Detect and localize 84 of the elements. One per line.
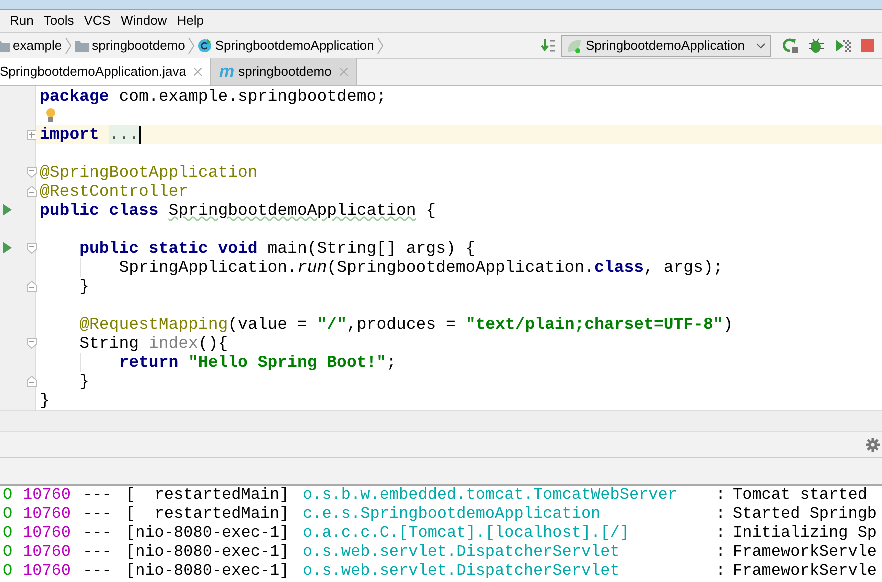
code-line: } (78, 277, 90, 296)
menu-item[interactable]: Tools (38, 11, 80, 31)
leaf-icon (566, 38, 582, 54)
breadcrumb-item[interactable]: SpringbootdemoApplication (215, 36, 374, 56)
code-line: @SpringBootApplication (40, 163, 258, 182)
run-icon[interactable] (3, 204, 12, 216)
fold-icon[interactable] (27, 376, 37, 387)
fold-icon[interactable] (27, 338, 37, 349)
log-logger: o.s.web.servlet.DispatcherServlet (303, 562, 620, 580)
editor-tab[interactable]: m springbootdemo (211, 58, 357, 85)
log-colon: : (716, 524, 726, 542)
code-line: public class SpringbootdemoApplication { (40, 201, 436, 220)
fold-icon[interactable] (27, 186, 37, 197)
log-pid: 10760 (23, 562, 72, 580)
log-level: O (3, 524, 13, 542)
lightbulb-icon[interactable] (46, 108, 56, 123)
code-line: @RequestMapping(value = "/",produces = "text/plain;charset=UTF-8") (78, 315, 734, 334)
menu-item[interactable]: Window (116, 11, 172, 31)
log-message: Tomcat started (733, 486, 868, 505)
folder-icon (75, 40, 90, 52)
code-line: package com.example.springbootdemo; (40, 87, 387, 106)
folder-icon (0, 40, 10, 52)
log-thread: [nio-8080-exec-1] (126, 543, 290, 561)
chevron-down-icon (756, 42, 766, 48)
log-separator: --- (83, 486, 112, 504)
code-line: import ... (40, 125, 140, 144)
settings-icon[interactable] (866, 438, 880, 452)
log-separator: --- (83, 505, 112, 523)
run-config-dropdown[interactable]: SpringbootdemoApplication (561, 34, 771, 56)
log-thread: [nio-8080-exec-1] (126, 524, 290, 542)
bug-icon[interactable] (809, 38, 825, 54)
expand-icon[interactable] (27, 130, 37, 140)
log-thread: [nio-8080-exec-1] (126, 562, 290, 580)
log-colon: : (716, 486, 726, 504)
log-thread: [ restartedMain] (126, 486, 290, 504)
close-icon[interactable] (340, 68, 348, 76)
log-logger: o.s.b.w.embedded.tomcat.TomcatWebServer (303, 486, 678, 504)
sort-icon[interactable] (541, 38, 557, 54)
log-thread: [ restartedMain] (126, 505, 290, 523)
class-icon (198, 38, 212, 52)
log-level: O (3, 562, 13, 580)
run-icon[interactable] (3, 242, 12, 254)
log-logger: o.a.c.c.C.[Tomcat].[localhost].[/] (303, 524, 630, 542)
log-message: FrameworkServle (733, 543, 878, 562)
close-icon[interactable] (194, 68, 202, 76)
log-pid: 10760 (23, 543, 72, 561)
log-pid: 10760 (23, 505, 72, 523)
log-pid: 10760 (23, 486, 72, 504)
log-message: FrameworkServle (733, 562, 878, 581)
fold-icon[interactable] (27, 167, 37, 178)
code-line: public static void main(String[] args) { (78, 239, 476, 258)
log-separator: --- (83, 524, 112, 542)
code-line: String index(){ (78, 334, 228, 353)
log-separator: --- (83, 562, 112, 580)
log-level: O (3, 543, 13, 561)
rerun-icon[interactable] (783, 38, 799, 54)
log-colon: : (716, 562, 726, 580)
log-separator: --- (83, 543, 112, 561)
code-line: return "Hello Spring Boot!"; (118, 353, 396, 372)
log-message: Initializing Sp (733, 524, 878, 543)
chevron-icon (65, 36, 72, 54)
log-colon: : (716, 543, 726, 561)
code-line: } (78, 372, 90, 391)
editor-tab[interactable]: SpringbootdemoApplication.java (0, 58, 212, 85)
coverage-icon[interactable] (835, 38, 851, 54)
log-level: O (3, 486, 13, 504)
log-logger: c.e.s.SpringbootdemoApplication (303, 505, 601, 523)
breadcrumb-item[interactable]: springbootdemo (92, 36, 186, 56)
breadcrumb-item[interactable]: example (13, 36, 62, 56)
fold-icon[interactable] (27, 281, 37, 292)
menu-item[interactable]: Help (172, 11, 209, 31)
chevron-icon (188, 36, 196, 54)
log-colon: : (716, 505, 726, 523)
log-level: O (3, 505, 13, 523)
code-line: } (40, 391, 50, 410)
log-message: Started Springb (733, 505, 878, 524)
menu-item[interactable]: Run (5, 11, 39, 31)
log-pid: 10760 (23, 524, 72, 542)
menu-item[interactable]: VCS (79, 11, 116, 31)
log-logger: o.s.web.servlet.DispatcherServlet (303, 543, 620, 561)
code-line: @RestController (40, 182, 189, 201)
fold-icon[interactable] (27, 243, 37, 254)
chevron-icon (377, 36, 384, 54)
code-line: SpringApplication.run(SpringbootdemoApplication.class, args); (118, 258, 724, 277)
